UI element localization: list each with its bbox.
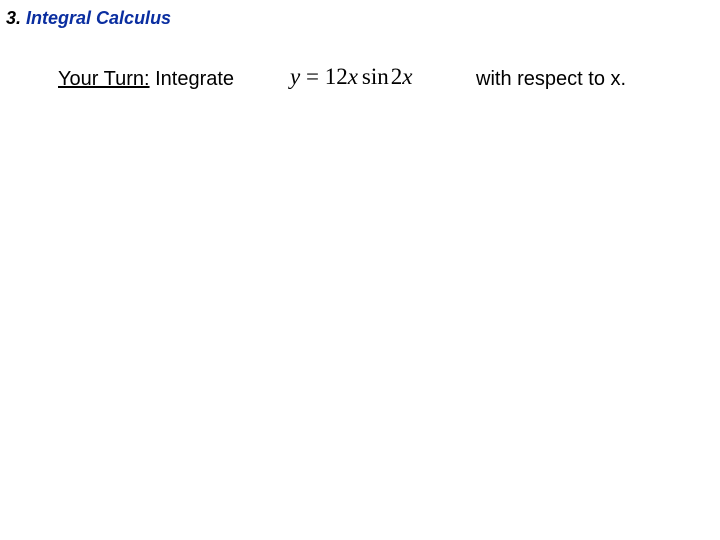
section-title: Integral Calculus — [26, 8, 171, 28]
problem-line: Your Turn: Integrate y = 12xsin2x with r… — [0, 62, 720, 102]
eq-equals: = — [306, 64, 319, 89]
instruction-verb: Integrate — [150, 68, 235, 90]
equation: y = 12xsin2x — [290, 64, 412, 90]
section-header: 3. Integral Calculus — [6, 8, 171, 29]
suffix-text: with respect to x. — [476, 68, 626, 91]
your-turn-label: Your Turn: — [58, 68, 150, 90]
eq-coeff: 12 — [325, 64, 348, 89]
eq-var1: x — [348, 64, 358, 89]
eq-func: sin — [362, 64, 389, 89]
eq-arg-coeff: 2 — [391, 64, 403, 89]
section-number: 3. — [6, 8, 21, 28]
eq-arg-var: x — [402, 64, 412, 89]
instruction-text: Your Turn: Integrate — [58, 68, 234, 91]
eq-lhs: y — [290, 64, 300, 89]
